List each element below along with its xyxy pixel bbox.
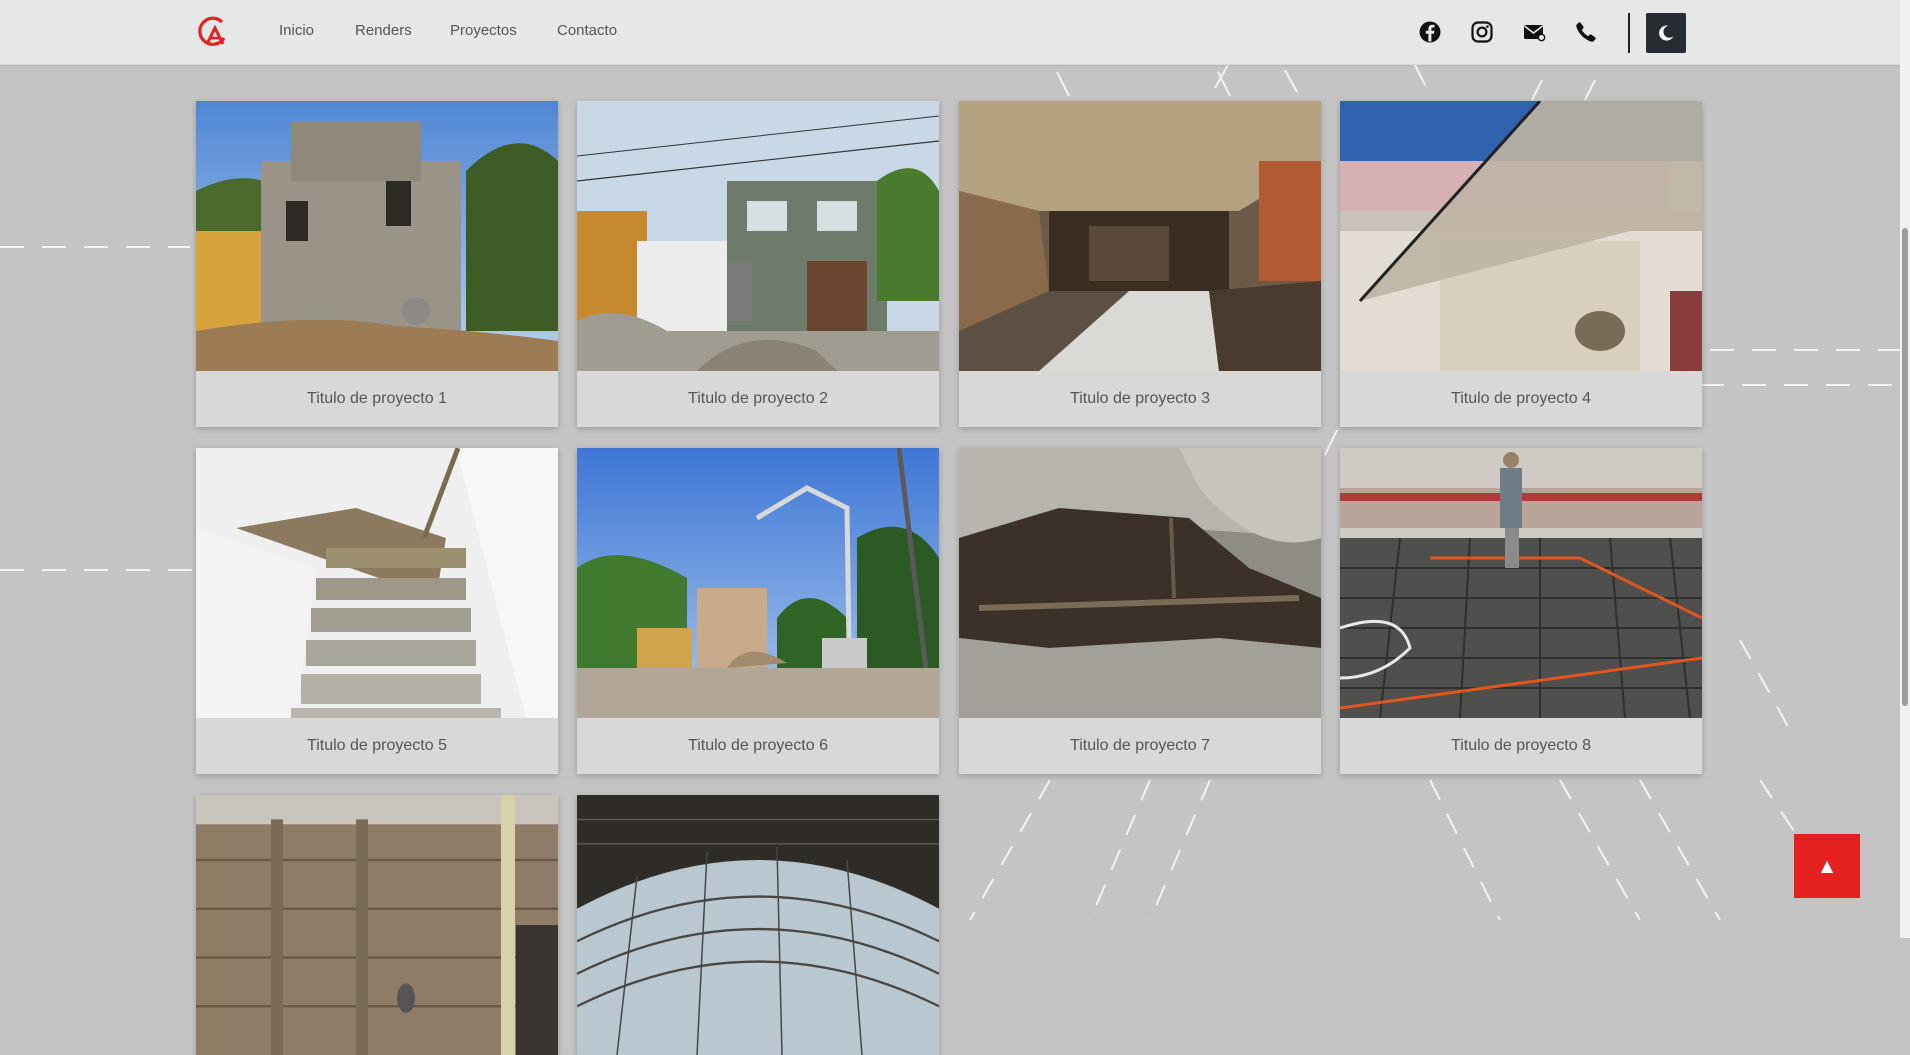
project-title-7[interactable]: Titulo de proyecto 7 [959,718,1321,774]
theme-toggle-button[interactable] [1646,13,1686,53]
project-photo-1 [196,101,558,371]
project-title-1[interactable]: Titulo de proyecto 1 [196,371,558,427]
project-card-4[interactable]: Titulo de proyecto 4 [1340,101,1702,427]
project-photo-2 [577,101,939,371]
facebook-icon[interactable] [1418,20,1442,44]
instagram-icon[interactable] [1470,20,1494,44]
project-card-6[interactable]: Titulo de proyecto 6 [577,448,939,774]
project-photo-9 [196,795,558,1055]
project-card-1[interactable]: Titulo de proyecto 1 [196,101,558,427]
mail-icon[interactable] [1522,20,1546,44]
project-photo-6 [577,448,939,718]
project-photo-4 [1340,101,1702,371]
project-title-2[interactable]: Titulo de proyecto 2 [577,371,939,427]
project-title-4[interactable]: Titulo de proyecto 4 [1340,371,1702,427]
page-scrollbar[interactable] [1900,0,1910,938]
nav-link-proyectos[interactable]: Proyectos [450,22,517,39]
ga-logo-icon[interactable] [194,14,230,50]
project-photo-8 [1340,448,1702,718]
project-card-2[interactable]: Titulo de proyecto 2 [577,101,939,427]
navbar-divider [1628,13,1630,53]
project-title-5[interactable]: Titulo de proyecto 5 [196,718,558,774]
scrollbar-thumb[interactable] [1902,228,1908,706]
project-card-7[interactable]: Titulo de proyecto 7 [959,448,1321,774]
project-title-8[interactable]: Titulo de proyecto 8 [1340,718,1702,774]
back-to-top-button[interactable]: ▲ [1794,834,1860,898]
project-photo-3 [959,101,1321,371]
project-photo-7 [959,448,1321,718]
nav-link-contacto[interactable]: Contacto [557,22,617,39]
nav-link-renders[interactable]: Renders [355,22,412,39]
project-card-8[interactable]: Titulo de proyecto 8 [1340,448,1702,774]
project-card-10[interactable] [577,795,939,1055]
project-title-3[interactable]: Titulo de proyecto 3 [959,371,1321,427]
project-photo-10 [577,795,939,1055]
project-card-5[interactable]: Titulo de proyecto 5 [196,448,558,774]
project-photo-5 [196,448,558,718]
project-card-9[interactable] [196,795,558,1055]
project-title-6[interactable]: Titulo de proyecto 6 [577,718,939,774]
moon-icon [1659,25,1674,41]
nav-link-inicio[interactable]: Inicio [279,22,314,39]
phone-icon[interactable] [1574,20,1598,44]
project-card-3[interactable]: Titulo de proyecto 3 [959,101,1321,427]
arrow-up-icon: ▲ [1820,856,1834,875]
top-navbar: Inicio Renders Proyectos Contacto [0,0,1900,65]
